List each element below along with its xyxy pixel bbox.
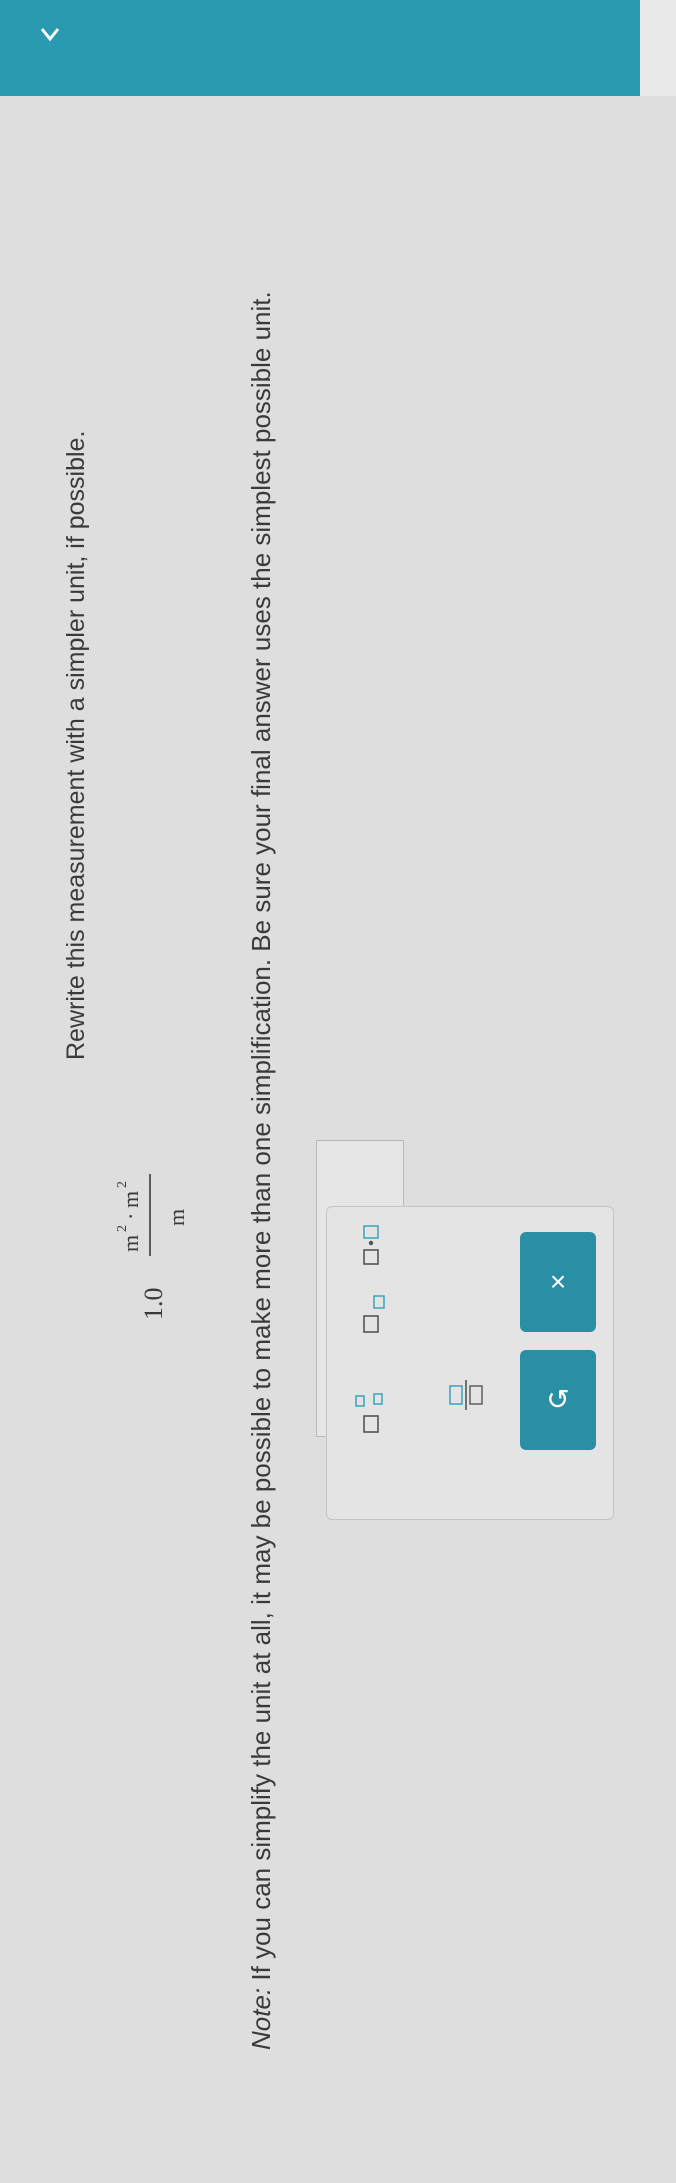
measurement-value: 1.0 [139, 1288, 168, 1321]
multiply-dot-button[interactable] [352, 1222, 392, 1272]
note-text: Note: If you can simplify the unit at al… [246, 291, 277, 2050]
unit-numerator2-exp: 2 [115, 1181, 130, 1188]
question-area: Rewrite this measurement with a simpler … [0, 0, 676, 2183]
undo-button[interactable]: ↺ [520, 1350, 596, 1450]
subscript-superscript-button[interactable] [352, 1380, 392, 1440]
undo-icon: ↺ [546, 1384, 570, 1415]
unit-numerator-exp: 2 [115, 1225, 130, 1232]
note-label: Note: [246, 1987, 276, 2050]
measurement-expression: 1.0 m 2 · m 2 m [115, 1174, 189, 1321]
question-prompt: Rewrite this measurement with a simpler … [62, 430, 90, 1060]
unit-numerator2: m [118, 1191, 143, 1208]
note-body: If you can simplify the unit at all, it … [246, 291, 276, 1988]
unit-dot: · [118, 1213, 143, 1220]
superscript-button[interactable] [352, 1290, 392, 1340]
fraction-button[interactable] [446, 1372, 486, 1422]
unit-denominator: m [164, 1209, 189, 1226]
clear-button[interactable]: × [520, 1232, 596, 1332]
close-icon: × [549, 1266, 567, 1297]
unit-numerator: m [118, 1235, 143, 1252]
